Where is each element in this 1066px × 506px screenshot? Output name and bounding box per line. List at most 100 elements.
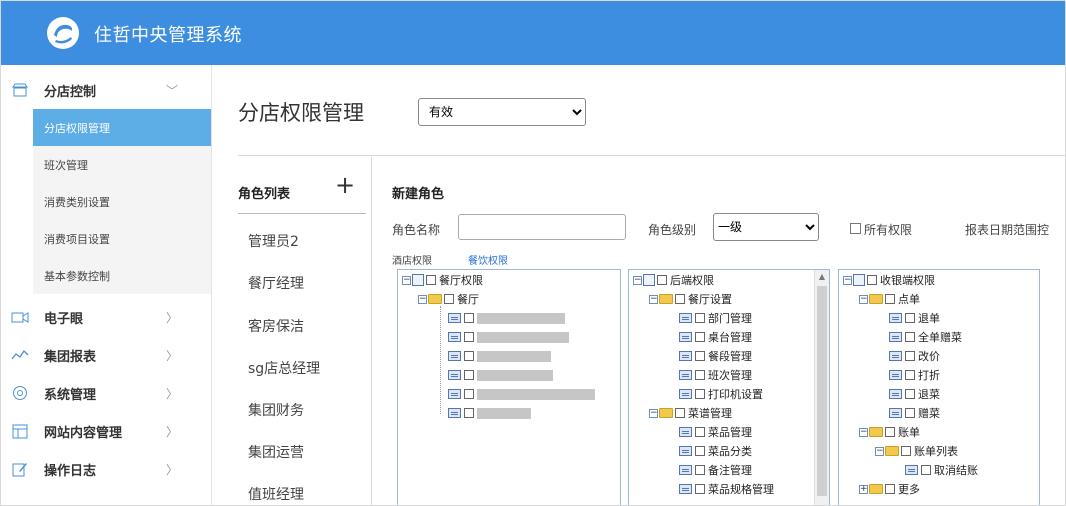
- collapse-icon[interactable]: −: [875, 446, 884, 456]
- tree-leaf[interactable]: [448, 405, 531, 421]
- collapse-icon[interactable]: −: [418, 294, 427, 304]
- sidebar-item-consumption-category[interactable]: 消费类别设置: [33, 183, 211, 220]
- tree-checkbox[interactable]: [464, 332, 474, 342]
- tree-checkbox[interactable]: [905, 351, 915, 361]
- tree-leaf[interactable]: 退单: [889, 310, 940, 326]
- tree-checkbox[interactable]: [464, 370, 474, 380]
- all-permissions-checkbox[interactable]: [850, 223, 861, 234]
- tree-checkbox[interactable]: [695, 370, 705, 380]
- tree-checkbox[interactable]: [885, 427, 895, 437]
- tree-checkbox[interactable]: [695, 465, 705, 475]
- tree-checkbox[interactable]: [695, 484, 705, 494]
- tree-checkbox[interactable]: [464, 408, 474, 418]
- tree-leaf[interactable]: [448, 310, 565, 326]
- tree-checkbox[interactable]: [905, 370, 915, 380]
- tree-checkbox[interactable]: [657, 275, 667, 285]
- tree-leaf[interactable]: [448, 386, 595, 402]
- tree-checkbox[interactable]: [444, 294, 454, 304]
- tree-leaf[interactable]: 赠菜: [889, 405, 940, 421]
- tree-checkbox[interactable]: [426, 275, 436, 285]
- tree-leaf[interactable]: 打印机设置: [679, 386, 763, 402]
- tree-checkbox[interactable]: [675, 294, 685, 304]
- tree-checkbox[interactable]: [695, 313, 705, 323]
- tree-leaf[interactable]: 打折: [889, 367, 940, 383]
- collapse-icon[interactable]: −: [649, 408, 658, 418]
- tree-leaf[interactable]: 改价: [889, 348, 940, 364]
- tree-leaf[interactable]: [448, 367, 553, 383]
- tree-checkbox[interactable]: [675, 408, 685, 418]
- add-role-button[interactable]: +: [335, 173, 355, 197]
- collapse-icon[interactable]: −: [843, 275, 852, 285]
- tree-checkbox[interactable]: [464, 389, 474, 399]
- nav-group-store-control[interactable]: 分店控制 ﹀: [1, 71, 211, 109]
- scroll-thumb[interactable]: [817, 286, 827, 496]
- tree-leaf[interactable]: 班次管理: [679, 367, 752, 383]
- sidebar-item-branch-permissions[interactable]: 分店权限管理: [33, 109, 211, 146]
- role-item[interactable]: 集团财务: [248, 400, 304, 420]
- collapse-icon[interactable]: −: [649, 294, 658, 304]
- tree-checkbox[interactable]: [695, 351, 705, 361]
- tree-leaf[interactable]: [448, 329, 569, 345]
- tree-folder[interactable]: + 更多: [859, 481, 920, 497]
- tree-checkbox[interactable]: [901, 446, 911, 456]
- nav-group-electronic-eye[interactable]: 电子眼 〉: [1, 298, 211, 336]
- role-item[interactable]: 餐厅经理: [248, 273, 304, 293]
- tree-checkbox[interactable]: [695, 427, 705, 437]
- role-item[interactable]: 客房保洁: [248, 316, 304, 336]
- tree-folder[interactable]: − 餐厅: [418, 291, 479, 307]
- role-name-input[interactable]: [458, 214, 626, 240]
- tree-leaf[interactable]: 部门管理: [679, 310, 752, 326]
- tree-leaf[interactable]: 备注管理: [679, 462, 752, 478]
- tree-checkbox[interactable]: [885, 294, 895, 304]
- scroll-up-icon[interactable]: ▲: [815, 270, 829, 284]
- expand-icon[interactable]: +: [859, 484, 868, 494]
- tree-root[interactable]: − 餐厅权限: [402, 272, 483, 288]
- collapse-icon[interactable]: −: [633, 275, 642, 285]
- tree-checkbox[interactable]: [905, 389, 915, 399]
- sidebar-item-shift-management[interactable]: 班次管理: [33, 146, 211, 183]
- collapse-icon[interactable]: −: [859, 294, 868, 304]
- tree-leaf[interactable]: 取消结账: [905, 462, 978, 478]
- tree-checkbox[interactable]: [695, 446, 705, 456]
- tree-checkbox[interactable]: [464, 313, 474, 323]
- role-item[interactable]: 集团运营: [248, 442, 304, 462]
- tree-folder[interactable]: − 账单列表: [875, 443, 958, 459]
- role-item[interactable]: sg店总经理: [248, 358, 320, 378]
- nav-group-system-management[interactable]: 系统管理 〉: [1, 374, 211, 412]
- tree-leaf[interactable]: 菜品管理: [679, 424, 752, 440]
- tree-leaf[interactable]: 桌台管理: [679, 329, 752, 345]
- tree-root[interactable]: − 收银端权限: [843, 272, 935, 288]
- sidebar-item-consumption-item[interactable]: 消费项目设置: [33, 220, 211, 257]
- tree-folder[interactable]: − 点单: [859, 291, 920, 307]
- tree-folder[interactable]: − 菜谱管理: [649, 405, 732, 421]
- tree-checkbox[interactable]: [905, 313, 915, 323]
- collapse-icon[interactable]: −: [859, 427, 868, 437]
- tree-checkbox[interactable]: [867, 275, 877, 285]
- tree-leaf[interactable]: [448, 348, 551, 364]
- role-item[interactable]: 值班经理: [248, 484, 304, 504]
- collapse-icon[interactable]: −: [402, 275, 411, 285]
- tree-checkbox[interactable]: [885, 484, 895, 494]
- tree-leaf[interactable]: 餐段管理: [679, 348, 752, 364]
- tree-checkbox[interactable]: [905, 408, 915, 418]
- tab-dining-permissions[interactable]: 餐饮权限: [468, 252, 508, 267]
- tree-leaf[interactable]: 退菜: [889, 386, 940, 402]
- tree-leaf[interactable]: 菜品规格管理: [679, 481, 774, 497]
- role-level-select[interactable]: 一级: [713, 213, 819, 241]
- nav-group-operation-log[interactable]: 操作日志 〉: [1, 450, 211, 488]
- nav-group-group-reports[interactable]: 集团报表 〉: [1, 336, 211, 374]
- tree-checkbox[interactable]: [921, 465, 931, 475]
- tree-leaf[interactable]: 全单赠菜: [889, 329, 962, 345]
- tree-scrollbar[interactable]: ▲: [814, 270, 829, 505]
- status-select[interactable]: 有效: [418, 98, 586, 126]
- tab-hotel-permissions[interactable]: 酒店权限: [392, 252, 432, 267]
- role-item[interactable]: 管理员2: [248, 231, 299, 251]
- tree-checkbox[interactable]: [905, 332, 915, 342]
- nav-group-website-content[interactable]: 网站内容管理 〉: [1, 412, 211, 450]
- tree-root[interactable]: − 后端权限: [633, 272, 714, 288]
- tree-checkbox[interactable]: [695, 332, 705, 342]
- tree-folder[interactable]: − 账单: [859, 424, 920, 440]
- tree-leaf[interactable]: 菜品分类: [679, 443, 752, 459]
- tree-folder[interactable]: − 餐厅设置: [649, 291, 732, 307]
- tree-checkbox[interactable]: [464, 351, 474, 361]
